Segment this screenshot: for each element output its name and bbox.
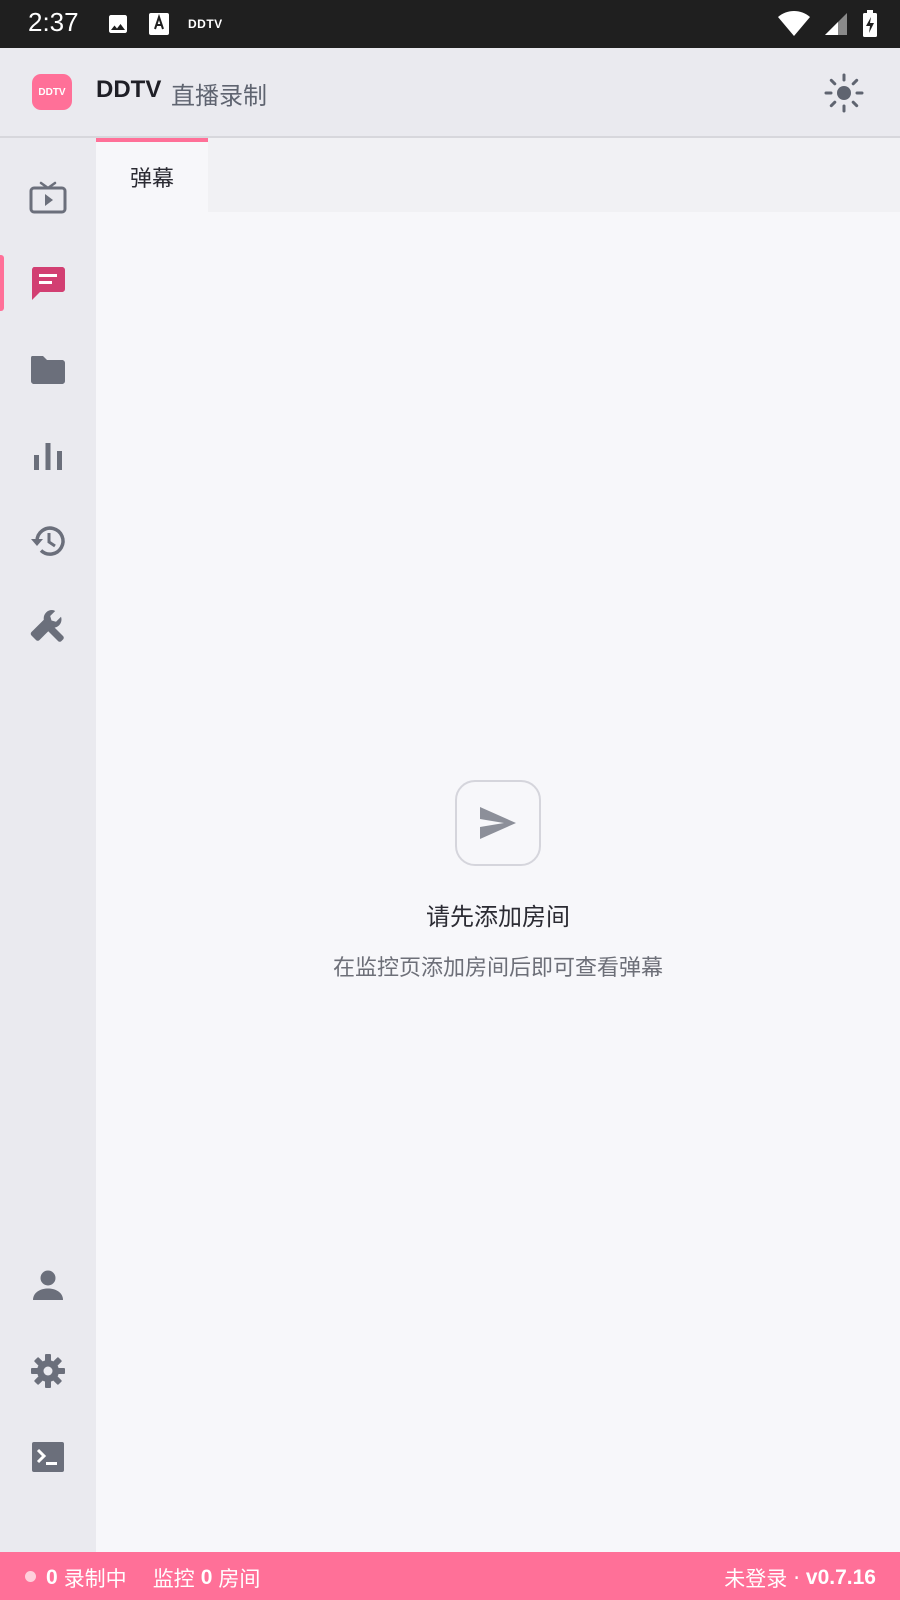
footer-account-info: 未登录 · v0.7.16 (724, 1563, 876, 1593)
bar-chart-icon (34, 443, 62, 470)
wrench-icon (30, 610, 64, 642)
sidebar-item-console[interactable] (0, 1429, 96, 1485)
app-version: v0.7.16 (805, 1566, 876, 1589)
app-name: DDTV (96, 76, 162, 103)
tv-icon (29, 181, 67, 214)
status-time: 2:37 (28, 7, 79, 37)
monitor-prefix: 监控 (152, 1567, 195, 1591)
terminal-icon (32, 1442, 64, 1472)
app-subtitle: 直播录制 (171, 82, 267, 110)
tab-danmaku[interactable]: 弹幕 (96, 138, 208, 212)
app-header: DDTV DDTV 直播录制 (0, 48, 900, 138)
wifi-icon (778, 11, 810, 36)
chat-icon (32, 267, 65, 300)
sidebar-item-settings[interactable] (0, 1343, 96, 1399)
recording-label: 录制中 (63, 1567, 127, 1591)
active-indicator (0, 255, 4, 311)
tab-bar: 弹幕 (96, 138, 900, 212)
status-app-text: DDTV (188, 17, 223, 31)
status-bar: 2:37 DDTV (0, 0, 900, 48)
sidebar-item-history[interactable] (0, 513, 96, 569)
empty-state-description: 在监控页添加房间后即可查看弹幕 (332, 956, 663, 981)
image-icon (109, 15, 127, 33)
footer-status-bar: 0 录制中 监控 0 房间 未登录 · v0.7.16 (0, 1552, 900, 1600)
monitor-suffix: 房间 (218, 1567, 261, 1591)
font-icon (149, 13, 169, 35)
sidebar-item-tools[interactable] (0, 599, 96, 655)
recording-count: 0 (46, 1566, 58, 1589)
sidebar-item-files[interactable] (0, 341, 96, 397)
theme-toggle-button[interactable] (824, 73, 864, 113)
recording-status-dot (25, 1571, 36, 1582)
login-status[interactable]: 未登录 (724, 1563, 787, 1593)
battery-charging-icon (863, 10, 877, 37)
sidebar-item-danmaku[interactable] (0, 255, 96, 311)
gear-icon (31, 1354, 65, 1388)
sidebar (0, 138, 96, 1552)
empty-state-icon (455, 780, 541, 866)
send-icon (480, 807, 516, 839)
monitor-count: 0 (200, 1566, 213, 1589)
sidebar-item-monitor[interactable] (0, 169, 96, 225)
empty-state-title: 请先添加房间 (426, 903, 570, 931)
app-logo: DDTV (32, 74, 72, 110)
footer-stats: 0 录制中 监控 0 房间 (46, 1563, 260, 1593)
sidebar-item-stats[interactable] (0, 427, 96, 483)
history-icon (31, 526, 65, 556)
footer-separator: · (793, 1566, 800, 1590)
folder-icon (31, 356, 65, 384)
sun-icon (824, 73, 864, 113)
signal-icon (825, 13, 847, 35)
sidebar-item-account[interactable] (0, 1257, 96, 1313)
status-notifications: DDTV (106, 12, 223, 36)
status-system-icons (778, 10, 878, 38)
person-icon (33, 1270, 63, 1300)
